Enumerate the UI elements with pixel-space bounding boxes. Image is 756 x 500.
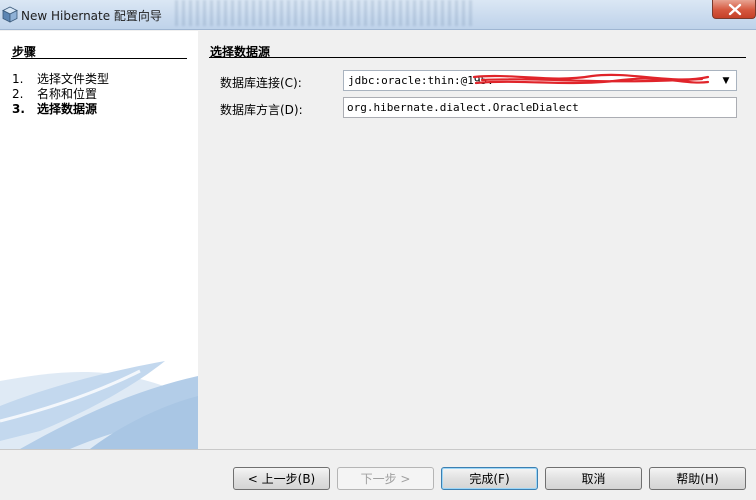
steps-divider [11, 58, 187, 59]
title-divider [209, 57, 746, 58]
dialect-label: 数据库方言(D): [220, 103, 303, 117]
database-connection-dropdown[interactable]: jdbc:oracle:thin:@195. ▼ [343, 70, 737, 91]
redaction-scribble [472, 73, 710, 85]
next-button[interactable]: 下一步 > [337, 467, 434, 490]
step-number: 1. [12, 72, 24, 86]
connection-label: 数据库连接(C): [220, 76, 302, 90]
title-bar-background-blur [175, 0, 475, 26]
close-button[interactable] [712, 0, 756, 19]
dialect-value: org.hibernate.dialect.OracleDialect [347, 101, 579, 114]
step-label: 选择文件类型 [37, 72, 110, 86]
step-number: 2. [12, 87, 24, 101]
back-button[interactable]: < 上一步(B) [233, 467, 330, 490]
step-label: 名称和位置 [37, 87, 98, 101]
title-bar[interactable]: New Hibernate 配置向导 [0, 0, 756, 30]
step-label: 选择数据源 [37, 102, 98, 116]
cancel-button[interactable]: 取消 [545, 467, 642, 490]
database-dialect-field[interactable]: org.hibernate.dialect.OracleDialect [343, 97, 737, 118]
wizard-swoosh-decoration [0, 361, 198, 449]
step-number: 3. [12, 102, 25, 116]
help-button[interactable]: 帮助(H) [649, 467, 746, 490]
steps-panel: 步骤 1. 选择文件类型 2. 名称和位置 3. 选择数据源 [0, 31, 198, 449]
button-bar-divider [0, 449, 756, 450]
step-item-data-source: 3. 选择数据源 [12, 100, 97, 117]
netbeans-cube-icon [2, 6, 18, 23]
finish-button[interactable]: 完成(F) [441, 467, 538, 490]
close-icon [728, 3, 742, 16]
chevron-down-icon[interactable]: ▼ [716, 71, 736, 90]
window-title: New Hibernate 配置向导 [21, 9, 162, 23]
